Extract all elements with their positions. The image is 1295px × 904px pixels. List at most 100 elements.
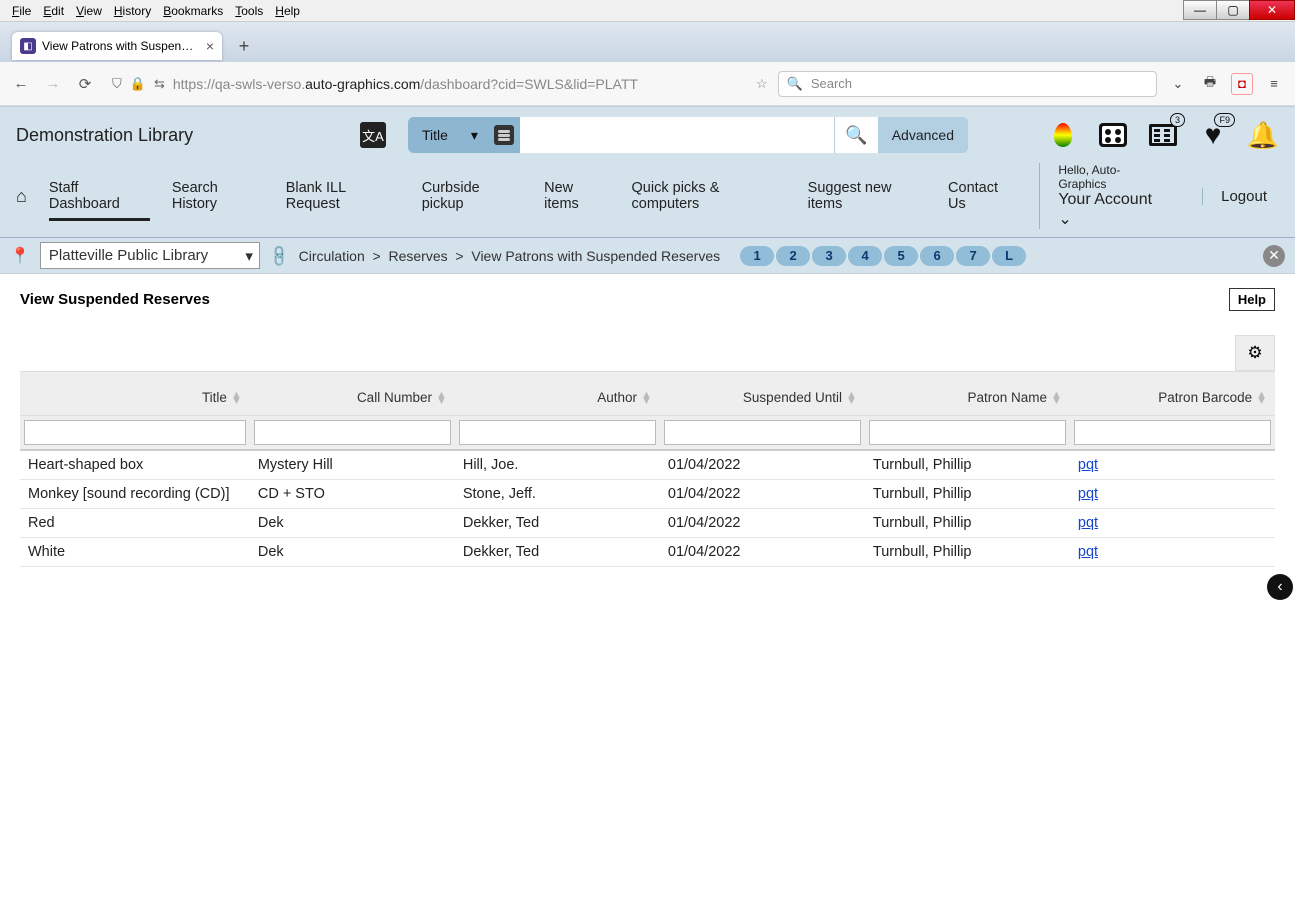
search-icon: 🔍 <box>787 76 803 92</box>
sort-icon: ▲▼ <box>436 392 447 404</box>
heart-icon[interactable]: ♥F9 <box>1197 119 1229 151</box>
cell-patron: Turnbull, Phillip <box>865 480 1070 509</box>
barcode-link[interactable]: pqt <box>1078 515 1098 531</box>
menu-tools[interactable]: Tools <box>229 2 269 20</box>
col-header-patron-name[interactable]: Patron Name▲▼ <box>865 372 1070 416</box>
browser-tab[interactable]: ◧ View Patrons with Suspended R × <box>12 32 222 60</box>
sort-icon: ▲▼ <box>1051 392 1062 404</box>
cell-title: Red <box>20 509 250 538</box>
grid-settings-button[interactable]: ⚙ <box>1235 335 1275 371</box>
filter-input-4[interactable] <box>869 420 1066 445</box>
filter-input-5[interactable] <box>1074 420 1271 445</box>
step-pill-3[interactable]: 3 <box>812 246 846 266</box>
location-select[interactable]: Platteville Public Library <box>40 242 260 269</box>
filter-input-0[interactable] <box>24 420 246 445</box>
nav-search-history[interactable]: Search History <box>172 180 264 212</box>
close-panel-icon[interactable]: ✕ <box>1263 245 1285 267</box>
cell-until: 01/04/2022 <box>660 480 865 509</box>
col-header-title[interactable]: Title▲▼ <box>20 372 250 416</box>
help-button[interactable]: Help <box>1229 288 1275 311</box>
step-pill-4[interactable]: 4 <box>848 246 882 266</box>
sort-icon: ▲▼ <box>231 392 242 404</box>
logout-link[interactable]: Logout <box>1202 188 1279 205</box>
news-icon[interactable]: 3 <box>1147 119 1179 151</box>
table-row: RedDekDekker, Ted01/04/2022Turnbull, Phi… <box>20 509 1275 538</box>
app-container: Demonstration Library 文A Title 🔍 Advance… <box>0 106 1295 904</box>
advanced-search-button[interactable]: Advanced <box>878 117 968 153</box>
nav-suggest-new-items[interactable]: Suggest new items <box>808 180 926 212</box>
col-header-suspended-until[interactable]: Suspended Until▲▼ <box>660 372 865 416</box>
cell-patron: Turnbull, Phillip <box>865 538 1070 567</box>
close-tab-icon[interactable]: × <box>206 38 214 54</box>
back-button[interactable]: ← <box>10 73 32 95</box>
search-type-dropdown[interactable]: Title <box>408 117 488 153</box>
language-icon[interactable]: 文A <box>360 122 386 148</box>
barcode-link[interactable]: pqt <box>1078 486 1098 502</box>
browser-search-box[interactable]: 🔍 Search <box>778 71 1157 97</box>
pocket-icon[interactable]: ⌄ <box>1167 73 1189 95</box>
cell-call: CD + STO <box>250 480 455 509</box>
barcode-link[interactable]: pqt <box>1078 544 1098 560</box>
catalog-search-input[interactable] <box>520 117 834 153</box>
menu-view[interactable]: View <box>70 2 108 20</box>
balloon-icon[interactable] <box>1047 119 1079 151</box>
nav-new-items[interactable]: New items <box>544 180 609 212</box>
film-icon[interactable] <box>1097 119 1129 151</box>
address-bar[interactable]: ⛉ 🔒 ⇆ https://qa-swls-verso.auto-graphic… <box>106 72 746 96</box>
extension-icon[interactable]: ◘ <box>1231 73 1253 95</box>
col-header-patron-barcode[interactable]: Patron Barcode▲▼ <box>1070 372 1275 416</box>
cell-patron: Turnbull, Phillip <box>865 509 1070 538</box>
nav-quick-picks-computers[interactable]: Quick picks & computers <box>632 180 786 212</box>
menu-history[interactable]: History <box>108 2 157 20</box>
filter-input-2[interactable] <box>459 420 656 445</box>
step-pill-6[interactable]: 6 <box>920 246 954 266</box>
step-pill-2[interactable]: 2 <box>776 246 810 266</box>
account-greeting: Hello, Auto-Graphics <box>1058 163 1166 191</box>
browser-toolbar: ← → ⟳ ⛉ 🔒 ⇆ https://qa-swls-verso.auto-g… <box>0 62 1295 106</box>
col-header-author[interactable]: Author▲▼ <box>455 372 660 416</box>
filter-input-1[interactable] <box>254 420 451 445</box>
search-go-button[interactable]: 🔍 <box>834 117 878 153</box>
crumb-link[interactable]: Circulation <box>299 248 365 264</box>
bookmark-star-icon[interactable]: ☆ <box>756 76 768 92</box>
page-body: View Suspended Reserves Help ⚙ Title▲▼Ca… <box>0 274 1295 904</box>
new-tab-button[interactable]: + <box>232 34 256 58</box>
maximize-button[interactable]: ▢ <box>1216 0 1250 20</box>
filter-input-3[interactable] <box>664 420 861 445</box>
reload-button[interactable]: ⟳ <box>74 73 96 95</box>
cell-until: 01/04/2022 <box>660 509 865 538</box>
nav-curbside-pickup[interactable]: Curbside pickup <box>422 180 522 212</box>
barcode-link[interactable]: pqt <box>1078 457 1098 473</box>
menu-bookmarks[interactable]: Bookmarks <box>157 2 229 20</box>
step-pill-1[interactable]: 1 <box>740 246 774 266</box>
menu-file[interactable]: File <box>6 2 37 20</box>
menu-edit[interactable]: Edit <box>37 2 70 20</box>
home-icon[interactable]: ⌂ <box>16 186 27 207</box>
print-icon[interactable]: 🖶 <box>1199 73 1221 95</box>
hamburger-menu-icon[interactable]: ≡ <box>1263 73 1285 95</box>
account-box[interactable]: Hello, Auto-Graphics Your Account ⌄ <box>1039 163 1166 229</box>
cell-author: Dekker, Ted <box>455 509 660 538</box>
minimize-button[interactable]: — <box>1183 0 1217 20</box>
menu-help[interactable]: Help <box>269 2 306 20</box>
step-pill-L[interactable]: L <box>992 246 1026 266</box>
nav-staff-dashboard[interactable]: Staff Dashboard <box>49 180 150 221</box>
step-pill-5[interactable]: 5 <box>884 246 918 266</box>
database-icon[interactable] <box>494 125 514 145</box>
bell-icon[interactable]: 🔔 <box>1247 119 1279 151</box>
collapse-panel-button[interactable]: ‹ <box>1267 574 1293 600</box>
crumb-link[interactable]: Reserves <box>388 248 447 264</box>
crumb-link[interactable]: View Patrons with Suspended Reserves <box>471 248 720 264</box>
account-label: Your Account <box>1058 191 1152 208</box>
close-window-button[interactable]: ✕ <box>1249 0 1295 20</box>
cell-call: Dek <box>250 509 455 538</box>
table-row: Monkey [sound recording (CD)]CD + STOSto… <box>20 480 1275 509</box>
nav-blank-ill-request[interactable]: Blank ILL Request <box>286 180 400 212</box>
breadcrumb-row: 📍 Platteville Public Library 🔗 Circulati… <box>0 238 1295 274</box>
pin-icon[interactable]: 📍 <box>10 246 30 266</box>
forward-button[interactable]: → <box>42 73 64 95</box>
col-header-call-number[interactable]: Call Number▲▼ <box>250 372 455 416</box>
nav-contact-us[interactable]: Contact Us <box>948 180 1017 212</box>
breadcrumb: Circulation > Reserves > View Patrons wi… <box>299 248 721 264</box>
step-pill-7[interactable]: 7 <box>956 246 990 266</box>
